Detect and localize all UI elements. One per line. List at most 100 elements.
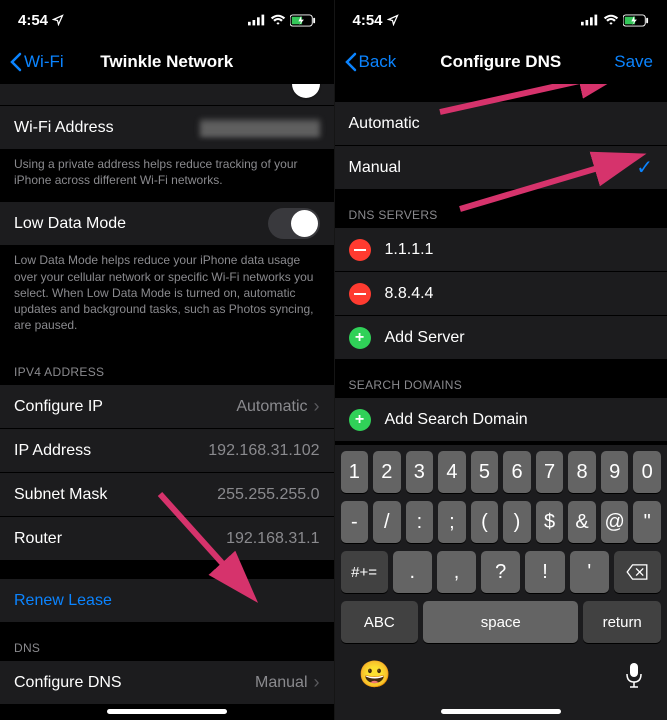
key-9[interactable]: 9 (601, 451, 629, 493)
keyboard-row-3: #+= . , ? ! ' (339, 551, 664, 593)
back-label: Wi-Fi (24, 52, 64, 72)
keyboard[interactable]: 1 2 3 4 5 6 7 8 9 0 - / : ; ( ) $ & @ " … (335, 445, 667, 720)
low-data-mode-row: Low Data Mode (0, 202, 334, 246)
wifi-address-value (200, 120, 320, 136)
save-button[interactable]: Save (614, 52, 653, 72)
settings-scroll[interactable]: Wi-Fi Address Using a private address he… (0, 84, 334, 720)
configure-ip-label: Configure IP (14, 398, 103, 416)
manual-label: Manual (349, 159, 401, 177)
private-address-toggle-peek[interactable] (0, 84, 334, 106)
key-comma[interactable]: , (437, 551, 476, 593)
add-server-row[interactable]: + Add Server (335, 316, 667, 360)
key-backspace[interactable] (614, 551, 661, 593)
low-data-label: Low Data Mode (14, 215, 126, 233)
router-label: Router (14, 530, 62, 548)
delete-icon[interactable] (349, 239, 371, 261)
key-slash[interactable]: / (373, 501, 401, 543)
key-semicolon[interactable]: ; (438, 501, 466, 543)
dns-value[interactable]: 1.1.1.1 (385, 241, 434, 259)
key-quote[interactable]: " (633, 501, 661, 543)
dns-server-row-2[interactable]: 8.8.4.4 (335, 272, 667, 316)
option-automatic[interactable]: Automatic (335, 102, 667, 146)
mic-icon[interactable] (625, 662, 643, 688)
signal-icon (248, 14, 266, 26)
key-1[interactable]: 1 (341, 451, 369, 493)
home-indicator[interactable] (441, 709, 561, 714)
key-amp[interactable]: & (568, 501, 596, 543)
automatic-label: Automatic (349, 115, 420, 133)
location-icon (387, 14, 399, 26)
key-period[interactable]: . (393, 551, 432, 593)
router-value: 192.168.31.1 (226, 530, 319, 548)
emoji-button[interactable]: 😀 (359, 659, 391, 690)
key-return[interactable]: return (583, 601, 661, 643)
configure-dns-row[interactable]: Configure DNS Manual › (0, 661, 334, 705)
option-manual[interactable]: Manual ✓ (335, 146, 667, 190)
dns-header: DNS (0, 623, 334, 661)
renew-lease-row[interactable]: Renew Lease (0, 579, 334, 623)
dns-server-row-1[interactable]: 1.1.1.1 (335, 228, 667, 272)
key-rparen[interactable]: ) (503, 501, 531, 543)
key-shift[interactable]: #+= (341, 551, 388, 593)
keyboard-row-4: ABC space return (339, 601, 664, 643)
status-bar: 4:54 (0, 0, 334, 40)
ip-address-value: 192.168.31.102 (208, 442, 319, 460)
configure-dns-value: Manual (255, 674, 307, 692)
renew-lease-label: Renew Lease (14, 592, 112, 610)
delete-icon[interactable] (349, 283, 371, 305)
ip-address-row: IP Address 192.168.31.102 (0, 429, 334, 473)
phone-left: 4:54 Wi-Fi Twinkle Network Wi-Fi Address… (0, 0, 334, 720)
add-search-domain-label: Add Search Domain (385, 411, 528, 429)
key-at[interactable]: @ (601, 501, 629, 543)
back-button[interactable]: Back (345, 52, 397, 72)
keyboard-row-2: - / : ; ( ) $ & @ " (339, 501, 664, 543)
add-search-domain-row[interactable]: + Add Search Domain (335, 398, 667, 442)
key-6[interactable]: 6 (503, 451, 531, 493)
back-button[interactable]: Wi-Fi (10, 52, 64, 72)
router-row: Router 192.168.31.1 (0, 517, 334, 561)
key-5[interactable]: 5 (471, 451, 499, 493)
key-space[interactable]: space (423, 601, 578, 643)
key-dash[interactable]: - (341, 501, 369, 543)
key-4[interactable]: 4 (438, 451, 466, 493)
key-apostrophe[interactable]: ' (570, 551, 609, 593)
key-8[interactable]: 8 (568, 451, 596, 493)
ipv4-header: IPV4 ADDRESS (0, 347, 334, 385)
key-lparen[interactable]: ( (471, 501, 499, 543)
add-server-label: Add Server (385, 329, 465, 347)
configure-ip-row[interactable]: Configure IP Automatic› (0, 385, 334, 429)
key-question[interactable]: ? (481, 551, 520, 593)
back-label: Back (359, 52, 397, 72)
chevron-right-icon: › (314, 672, 320, 693)
page-title: Configure DNS (440, 52, 561, 72)
battery-icon (623, 14, 649, 27)
low-data-toggle[interactable] (268, 208, 320, 239)
key-7[interactable]: 7 (536, 451, 564, 493)
chevron-left-icon (10, 52, 22, 72)
add-icon[interactable]: + (349, 409, 371, 431)
battery-icon (290, 14, 316, 27)
chevron-left-icon (345, 52, 357, 72)
wifi-address-label: Wi-Fi Address (14, 119, 114, 137)
wifi-icon (270, 14, 286, 26)
keyboard-bottom: 😀 (339, 651, 664, 712)
key-2[interactable]: 2 (373, 451, 401, 493)
chevron-right-icon: › (314, 396, 320, 417)
key-0[interactable]: 0 (633, 451, 661, 493)
key-dollar[interactable]: $ (536, 501, 564, 543)
nav-bar: Wi-Fi Twinkle Network (0, 40, 334, 84)
configure-dns-label: Configure DNS (14, 674, 122, 692)
nav-bar: Back Configure DNS Save (335, 40, 667, 84)
key-3[interactable]: 3 (406, 451, 434, 493)
dns-servers-header: DNS SERVERS (335, 190, 667, 228)
signal-icon (581, 14, 599, 26)
key-colon[interactable]: : (406, 501, 434, 543)
home-indicator[interactable] (107, 709, 227, 714)
subnet-label: Subnet Mask (14, 486, 107, 504)
key-exclaim[interactable]: ! (525, 551, 564, 593)
dns-value[interactable]: 8.8.4.4 (385, 285, 434, 303)
add-icon[interactable]: + (349, 327, 371, 349)
checkmark-icon: ✓ (636, 155, 653, 180)
key-abc[interactable]: ABC (341, 601, 419, 643)
wifi-address-footer: Using a private address helps reduce tra… (0, 150, 334, 202)
